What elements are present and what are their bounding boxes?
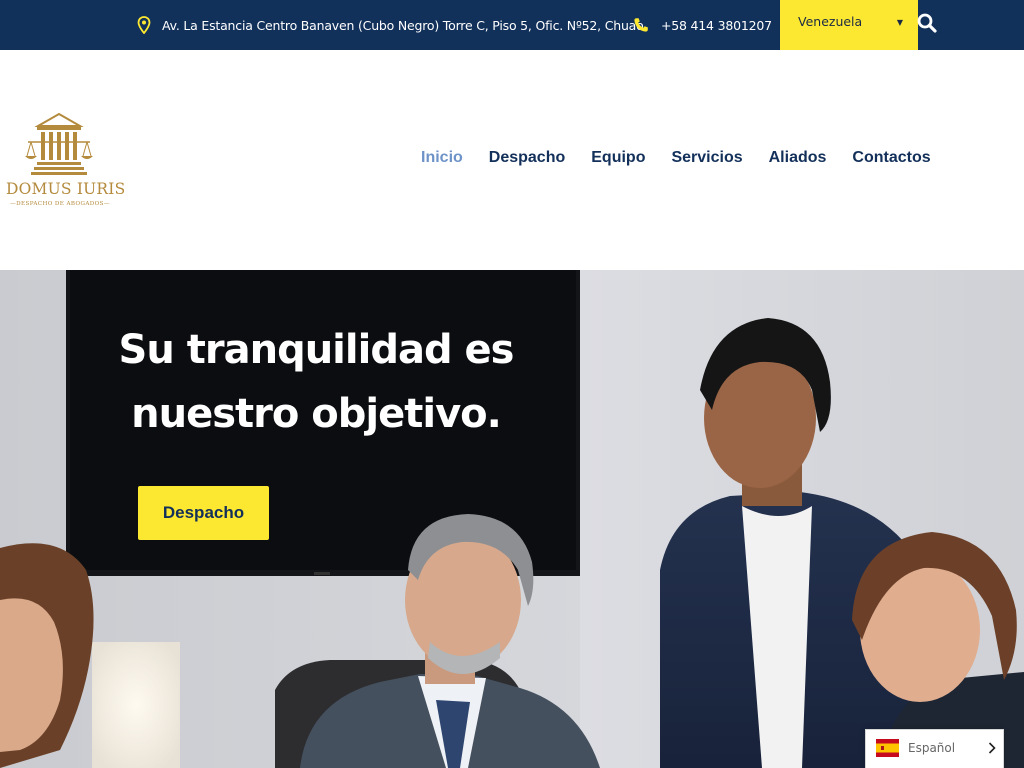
nav-item-despacho[interactable]: Despacho — [489, 149, 565, 167]
main-nav: Inicio Despacho Equipo Servicios Aliados… — [421, 149, 931, 167]
phone-icon — [634, 18, 648, 32]
nav-item-servicios[interactable]: Servicios — [671, 149, 742, 167]
phone-number: +58 414 3801207 — [661, 17, 772, 33]
top-bar: Av. La Estancia Centro Banaven (Cubo Neg… — [0, 0, 1024, 50]
address-text: Av. La Estancia Centro Banaven (Cubo Neg… — [162, 17, 648, 33]
hero-title: Su tranquilidad es nuestro objetivo. — [118, 327, 515, 437]
nav-item-inicio[interactable]: Inicio — [421, 149, 463, 167]
language-switcher[interactable]: Español — [865, 729, 1004, 768]
courthouse-scales-icon — [25, 112, 93, 175]
phone-info[interactable]: +58 414 3801207 — [633, 0, 772, 50]
address-info: Av. La Estancia Centro Banaven (Cubo Neg… — [137, 0, 647, 50]
country-select[interactable]: Venezuela ▼ — [780, 0, 918, 50]
logo-name: DOMUS IURIS — [6, 180, 126, 198]
location-pin-icon — [137, 16, 151, 34]
logo-subtitle: —DESPACHO DE ABOGADOS— — [10, 201, 110, 207]
logo[interactable]: DOMUS IURIS —DESPACHO DE ABOGADOS— — [6, 112, 126, 212]
nav-item-contactos[interactable]: Contactos — [852, 149, 930, 167]
search-icon[interactable] — [916, 12, 938, 34]
nav-item-aliados[interactable]: Aliados — [769, 149, 827, 167]
hero-despacho-button[interactable]: Despacho — [138, 486, 269, 540]
chevron-down-icon: ▼ — [896, 18, 903, 27]
nav-item-equipo[interactable]: Equipo — [591, 149, 645, 167]
site-header: DOMUS IURIS —DESPACHO DE ABOGADOS— Inici… — [0, 50, 1024, 270]
spain-flag-icon — [876, 739, 899, 757]
chevron-right-icon — [988, 742, 996, 754]
hero-section: Su tranquilidad es nuestro objetivo. Des… — [0, 270, 1024, 768]
country-select-value: Venezuela — [798, 14, 863, 29]
language-label: Español — [908, 741, 956, 755]
